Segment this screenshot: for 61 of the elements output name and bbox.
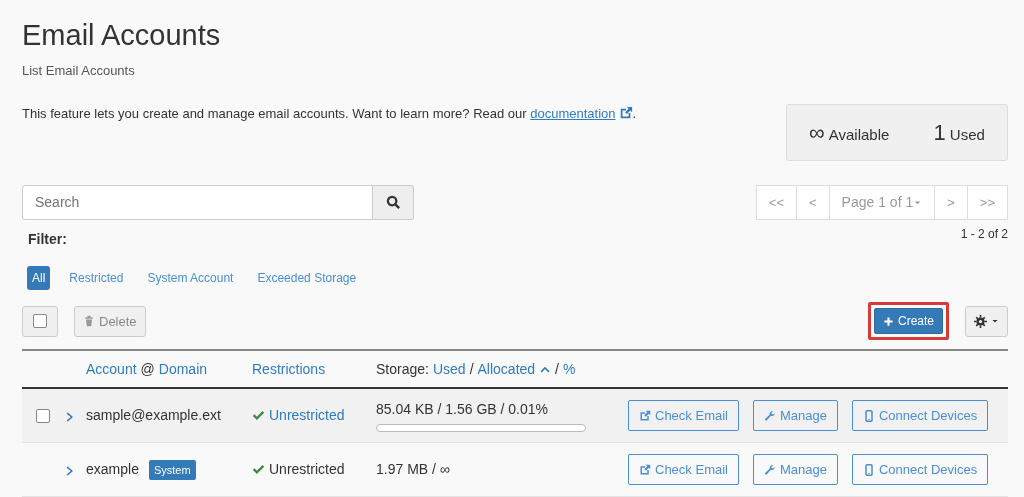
stat-value: 1 (933, 119, 946, 148)
stat-label: Available (828, 125, 890, 146)
header-text: @ (140, 359, 155, 379)
filter-option[interactable]: Exceeded Storage (252, 266, 362, 291)
account-name: example (86, 460, 139, 480)
settings-icon (974, 314, 987, 328)
sort-link[interactable]: Domain (158, 358, 208, 380)
filter-option[interactable]: Restricted (64, 266, 129, 291)
external-link-icon (639, 463, 651, 476)
check-icon (252, 463, 265, 477)
page-button[interactable]: >> (966, 185, 1008, 221)
trash-icon (83, 315, 95, 328)
filter-label: Filter: (28, 230, 67, 250)
sort-link[interactable]: Used (432, 358, 466, 380)
filter-option[interactable]: All (27, 266, 51, 291)
result-count: 1 - 2 of 2 (960, 226, 1008, 244)
phone-icon (862, 463, 875, 476)
sort-link[interactable]: Restrictions (252, 358, 326, 380)
stat-label: Used (949, 125, 985, 146)
sort-link[interactable]: % (563, 358, 576, 380)
sort-link[interactable]: Account (86, 358, 137, 380)
system-badge: System (148, 459, 196, 481)
select-all-checkbox[interactable] (22, 305, 58, 337)
sort-link[interactable]: Allocated (477, 358, 536, 380)
header-text: / (555, 359, 559, 379)
page-dropdown[interactable]: Page 1 of 1 (828, 185, 936, 221)
restriction-text: Unrestricted (269, 460, 345, 480)
page-button[interactable]: > (934, 185, 968, 221)
storage-text: 1.97 MB / ∞ (376, 460, 451, 480)
settings-button[interactable] (965, 305, 1008, 337)
search-field[interactable]: Search (22, 185, 373, 221)
plus-icon (882, 315, 894, 327)
check-icon (252, 409, 265, 423)
header-text: / (469, 359, 474, 379)
search-button[interactable] (373, 185, 414, 221)
page-button[interactable]: << (755, 185, 797, 221)
documentation-link[interactable]: documentation (530, 106, 633, 122)
account-name: sample@example.ext (86, 406, 221, 426)
wrench-icon (763, 463, 776, 476)
filter-option[interactable]: System Account (142, 266, 239, 291)
page-subtitle: List Email Accounts (22, 61, 136, 80)
connect-devices-button[interactable]: Connect Devices (851, 454, 989, 486)
manage-button[interactable]: Manage (752, 454, 838, 486)
row-checkbox[interactable] (36, 408, 50, 423)
wrench-icon (763, 409, 776, 422)
restriction-link[interactable]: Unrestricted (269, 405, 345, 427)
header-text: Storage: (376, 359, 429, 379)
check-email-button[interactable]: Check Email (628, 454, 739, 486)
stat-value: ∞ (809, 119, 825, 148)
search-icon (385, 195, 401, 211)
external-link-icon (618, 106, 633, 121)
page-title: Email Accounts (22, 18, 222, 53)
phone-icon (862, 409, 875, 422)
description-text: This feature lets you create and manage email accounts. Want to learn more? Read our documentation . (22, 105, 637, 124)
create-button[interactable]: Create (873, 308, 943, 335)
storage-text: 85.04 KB / 1.56 GB / 0.01% (376, 400, 549, 420)
connect-devices-button[interactable]: Connect Devices (851, 400, 989, 432)
check-email-button[interactable]: Check Email (628, 400, 739, 432)
page-button[interactable]: < (796, 185, 830, 221)
manage-button[interactable]: Manage (752, 400, 838, 432)
external-link-icon (639, 409, 651, 422)
